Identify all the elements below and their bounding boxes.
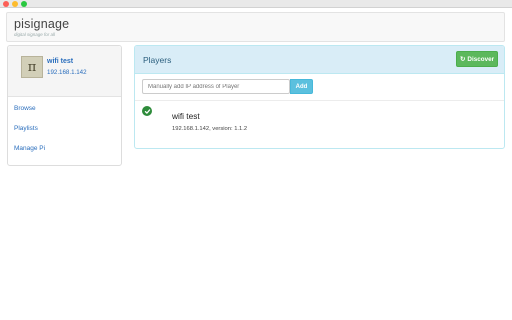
discover-label: Discover	[467, 55, 495, 63]
profile-ip[interactable]: 192.168.1.142	[47, 69, 87, 76]
discover-button[interactable]: ↻ Discover	[456, 51, 498, 67]
minimize-window-button[interactable]	[12, 1, 18, 7]
zoom-window-button[interactable]	[21, 1, 27, 7]
sidebar-item-browse[interactable]: Browse	[14, 105, 36, 112]
player-profile-card: π wifi test 192.168.1.142	[8, 46, 121, 97]
avatar: π	[21, 56, 43, 78]
panel-title: Players	[143, 55, 172, 65]
close-window-button[interactable]	[3, 1, 9, 7]
ip-address-input[interactable]	[142, 79, 290, 94]
sidebar-item-manage-pi[interactable]: Manage Pi	[14, 145, 45, 152]
add-player-button[interactable]: Add	[290, 79, 313, 94]
refresh-icon: ↻	[459, 56, 466, 63]
players-panel-header: Players ↻ Discover	[135, 46, 504, 74]
brand-logo[interactable]: pisignage	[14, 17, 69, 31]
player-list-item[interactable]: wifi test 192.168.1.142, version: 1.1.2	[135, 100, 504, 148]
sidebar: π wifi test 192.168.1.142 Browse Playlis…	[7, 45, 122, 166]
player-name[interactable]: wifi test	[172, 111, 200, 121]
brand-tagline: digital signage for all	[14, 32, 56, 37]
profile-name[interactable]: wifi test	[47, 58, 73, 65]
check-circle-icon	[142, 106, 152, 116]
sidebar-item-playlists[interactable]: Playlists	[14, 125, 38, 132]
players-panel: Players ↻ Discover Add wifi test 192.168…	[134, 45, 505, 149]
app-content: pisignage digital signage for all π wifi…	[0, 8, 512, 320]
top-header: pisignage digital signage for all	[6, 12, 505, 42]
player-details: 192.168.1.142, version: 1.1.2	[172, 126, 248, 132]
window-titlebar	[0, 0, 512, 8]
